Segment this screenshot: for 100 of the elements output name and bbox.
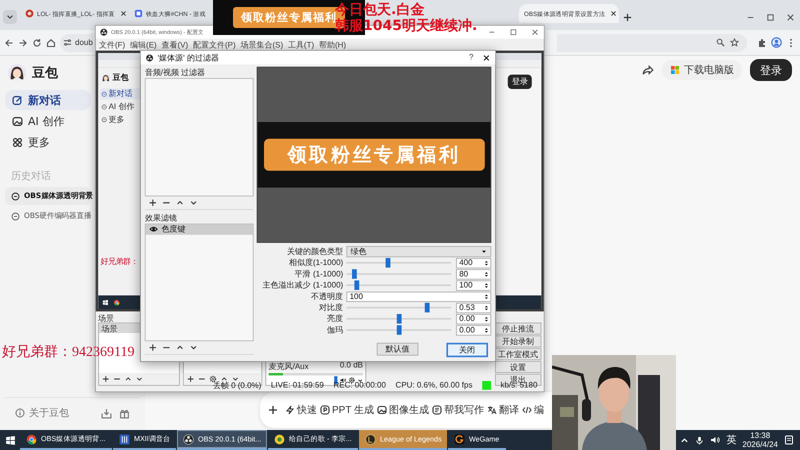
caret-icon[interactable] xyxy=(357,377,363,383)
filter-item[interactable]: 色度键 xyxy=(146,224,253,234)
gear-icon[interactable] xyxy=(348,377,355,384)
windows-start-icon[interactable] xyxy=(4,434,16,446)
slider-thumb[interactable] xyxy=(386,258,391,268)
address-field[interactable]: doub xyxy=(60,34,93,52)
nav-item[interactable]: 新对话 xyxy=(5,90,91,110)
gear-icon[interactable] xyxy=(209,375,217,383)
new-tab-icon[interactable] xyxy=(623,12,632,22)
slider-thumb[interactable] xyxy=(396,325,402,335)
star-icon[interactable] xyxy=(730,38,739,47)
slider[interactable] xyxy=(346,314,452,324)
tab-list-button[interactable] xyxy=(3,10,17,24)
address-field-end[interactable] xyxy=(557,34,747,52)
slider[interactable] xyxy=(346,269,452,279)
menu-item[interactable]: 工具(T) xyxy=(288,39,314,50)
control-button[interactable]: 开始录制 xyxy=(495,335,542,348)
chevron-down-icon[interactable] xyxy=(136,375,143,383)
slider[interactable] xyxy=(346,325,452,335)
tool-button[interactable]: 图像生成 xyxy=(377,403,430,417)
plus-icon[interactable] xyxy=(148,344,157,352)
slider[interactable] xyxy=(346,258,452,268)
mixer-logo-icon xyxy=(118,434,130,444)
plus-icon[interactable] xyxy=(148,198,157,206)
plus-icon[interactable] xyxy=(187,375,194,383)
menu-item[interactable]: 文件(F) xyxy=(99,39,126,50)
chevron-up-icon[interactable] xyxy=(176,198,184,206)
number-field[interactable]: 100 xyxy=(456,280,492,290)
download-icon[interactable] xyxy=(101,408,112,418)
forward-icon[interactable] xyxy=(18,38,28,48)
home-icon[interactable] xyxy=(46,38,56,48)
menu-item[interactable]: 帮助(H) xyxy=(318,39,346,50)
maximize-icon[interactable] xyxy=(766,12,774,22)
section-title: 效果滤镜 xyxy=(144,212,178,224)
chevron-up-icon[interactable] xyxy=(176,344,184,352)
dialog-button[interactable]: 默认值 xyxy=(376,342,418,356)
menu-item[interactable]: 配置文件(P) xyxy=(192,39,236,50)
site-settings-icon[interactable] xyxy=(63,38,72,47)
login-button[interactable]: 登录 xyxy=(750,59,792,81)
slider-thumb[interactable] xyxy=(352,269,358,279)
download-button[interactable]: 下载电脑版 xyxy=(662,60,742,80)
plus-icon[interactable] xyxy=(268,405,278,415)
menu-item[interactable]: 查看(V) xyxy=(162,39,188,50)
notification-icon[interactable] xyxy=(784,435,794,445)
number-field[interactable]: 0.53 xyxy=(456,302,492,313)
slider[interactable] xyxy=(346,302,452,312)
slider-thumb[interactable] xyxy=(424,302,430,312)
control-button[interactable]: 停止推流 xyxy=(495,322,542,335)
nav-item[interactable]: AI 创作 xyxy=(5,111,91,131)
speaker-icon[interactable] xyxy=(340,377,346,384)
clock-date[interactable]: 2026/4/24 xyxy=(742,440,778,449)
chevron-down-icon[interactable] xyxy=(232,375,239,383)
number-field[interactable]: 400 xyxy=(456,258,492,268)
property-label: 亮度 xyxy=(326,314,344,324)
menu-item[interactable]: 编辑(E) xyxy=(130,39,157,50)
spinner-icon xyxy=(483,292,490,300)
mixer-reading: 0.0 dB xyxy=(340,361,363,372)
reload-icon[interactable] xyxy=(32,38,42,48)
number-field[interactable]: 80 xyxy=(456,268,492,280)
clock-time[interactable]: 13:38 xyxy=(750,431,770,440)
slider-thumb[interactable] xyxy=(396,314,402,324)
about-link[interactable]: 关于豆包 xyxy=(29,406,69,420)
extension-icon[interactable] xyxy=(757,38,767,48)
zoom-icon[interactable] xyxy=(716,38,725,47)
chevron-up-icon[interactable] xyxy=(220,375,228,383)
profile-icon[interactable] xyxy=(771,37,782,48)
speaker-icon[interactable] xyxy=(710,435,720,445)
tool-button[interactable]: 翻译 xyxy=(487,403,520,417)
slider[interactable] xyxy=(346,280,452,290)
dropdown[interactable]: 绿色 xyxy=(346,246,492,258)
lightning-icon xyxy=(285,405,295,415)
input-method[interactable]: 英 xyxy=(726,433,736,447)
chevron-up-icon[interactable] xyxy=(124,375,132,383)
back-icon[interactable] xyxy=(4,38,14,48)
close-icon[interactable] xyxy=(120,10,127,17)
microphone-icon[interactable] xyxy=(695,436,704,444)
chevron-up-icon[interactable] xyxy=(680,436,690,444)
help-button[interactable]: ? xyxy=(464,53,478,62)
close-icon[interactable] xyxy=(482,54,490,62)
section-title: 历史对话 xyxy=(11,170,52,183)
maximize-icon[interactable] xyxy=(509,28,517,36)
tool-button[interactable]: 帮我写作 xyxy=(432,403,484,417)
tool-button[interactable]: 编 xyxy=(522,403,544,417)
slider-thumb[interactable] xyxy=(354,280,360,290)
control-button[interactable]: 工作室模式 xyxy=(495,348,542,360)
eye-icon[interactable] xyxy=(150,225,158,234)
tool-button[interactable]: PPT 生成 xyxy=(320,403,374,417)
nav-item[interactable]: 更多 xyxy=(5,132,91,152)
plus-icon[interactable] xyxy=(102,375,110,383)
share-icon[interactable] xyxy=(642,64,654,76)
tool-button[interactable]: 快速 xyxy=(285,403,317,417)
dialog-button[interactable]: 关闭 xyxy=(446,342,488,358)
control-button[interactable]: 设置 xyxy=(495,361,542,373)
number-field[interactable]: 100 xyxy=(346,291,492,302)
chevron-down-icon[interactable] xyxy=(190,344,198,352)
number-field[interactable]: 0.00 xyxy=(456,314,492,324)
menu-item[interactable]: 场景集合(S) xyxy=(240,39,284,50)
number-field[interactable]: 0.00 xyxy=(456,324,492,336)
close-icon[interactable] xyxy=(610,10,617,17)
gift-icon[interactable] xyxy=(119,408,130,418)
